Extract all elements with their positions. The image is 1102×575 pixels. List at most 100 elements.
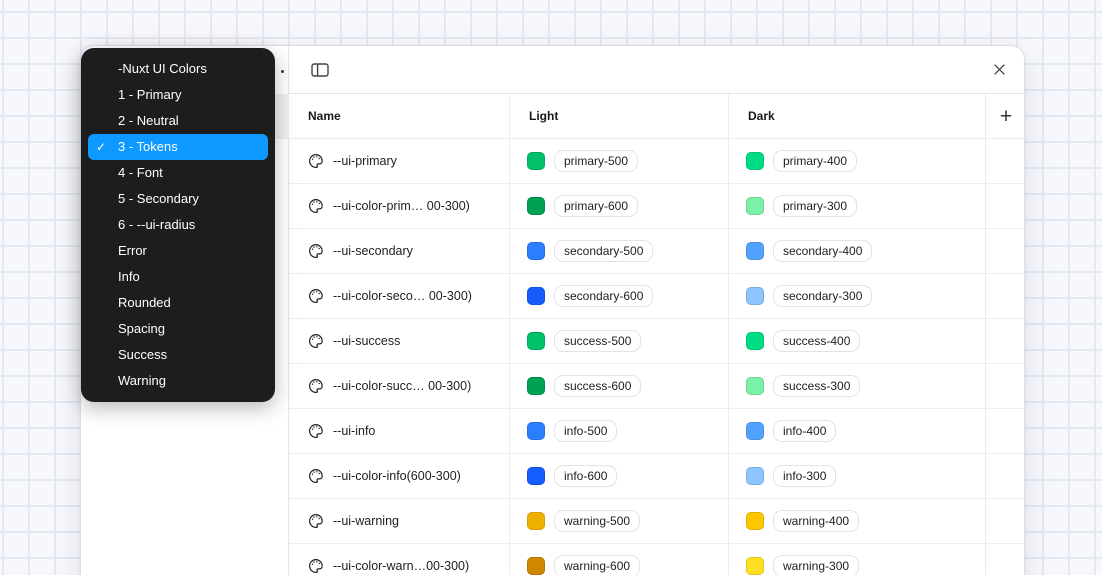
color-swatch[interactable] bbox=[746, 557, 764, 575]
variable-name-cell[interactable]: --ui-color-succ… 00-300) bbox=[289, 364, 510, 408]
color-swatch[interactable] bbox=[527, 332, 545, 350]
column-header-name: Name bbox=[289, 94, 510, 138]
variable-name-cell[interactable]: --ui-secondary bbox=[289, 229, 510, 273]
alias-pill[interactable]: success-500 bbox=[554, 330, 641, 352]
alias-pill[interactable]: secondary-600 bbox=[554, 285, 653, 307]
variable-value-cell[interactable]: primary-300 bbox=[729, 184, 986, 228]
color-swatch[interactable] bbox=[527, 287, 545, 305]
close-icon bbox=[992, 62, 1007, 77]
variable-name: --ui-primary bbox=[333, 154, 397, 168]
variable-value-cell[interactable]: info-500 bbox=[510, 409, 729, 453]
alias-pill[interactable]: warning-400 bbox=[773, 510, 859, 532]
alias-pill[interactable]: warning-500 bbox=[554, 510, 640, 532]
variable-value-cell[interactable]: secondary-400 bbox=[729, 229, 986, 273]
variable-value-cell[interactable]: warning-500 bbox=[510, 499, 729, 543]
variable-row: --ui-primary primary-500 primary-400 bbox=[289, 139, 1025, 184]
color-swatch[interactable] bbox=[746, 152, 764, 170]
variable-value-cell[interactable]: primary-400 bbox=[729, 139, 986, 183]
color-swatch[interactable] bbox=[746, 467, 764, 485]
alias-pill[interactable]: warning-600 bbox=[554, 555, 640, 575]
variable-row: --ui-success success-500 success-400 bbox=[289, 319, 1025, 364]
color-swatch[interactable] bbox=[746, 512, 764, 530]
color-swatch[interactable] bbox=[746, 422, 764, 440]
variables-main: Name Light Dark + --ui-primaryprimary-50… bbox=[289, 46, 1025, 575]
color-swatch[interactable] bbox=[746, 242, 764, 260]
close-button[interactable] bbox=[987, 58, 1011, 82]
variable-name-cell[interactable]: --ui-color-seco… 00-300) bbox=[289, 274, 510, 318]
variable-value-cell[interactable]: info-600 bbox=[510, 454, 729, 498]
color-swatch[interactable] bbox=[527, 377, 545, 395]
variable-name-cell[interactable]: --ui-color-prim… 00-300) bbox=[289, 184, 510, 228]
variable-value-cell[interactable]: warning-400 bbox=[729, 499, 986, 543]
color-swatch[interactable] bbox=[746, 197, 764, 215]
variable-value-cell[interactable]: primary-600 bbox=[510, 184, 729, 228]
alias-pill[interactable]: primary-500 bbox=[554, 150, 638, 172]
color-swatch[interactable] bbox=[746, 332, 764, 350]
variable-name-cell[interactable]: --ui-success bbox=[289, 319, 510, 363]
alias-pill[interactable]: secondary-400 bbox=[773, 240, 872, 262]
variable-value-cell[interactable]: success-600 bbox=[510, 364, 729, 408]
alias-pill[interactable]: info-400 bbox=[773, 420, 836, 442]
color-swatch[interactable] bbox=[527, 242, 545, 260]
variable-value-cell[interactable]: info-300 bbox=[729, 454, 986, 498]
alias-pill[interactable]: primary-600 bbox=[554, 195, 638, 217]
variable-row: --ui-info info-500 info-400 bbox=[289, 409, 1025, 454]
color-swatch[interactable] bbox=[527, 422, 545, 440]
color-swatch[interactable] bbox=[527, 197, 545, 215]
variable-value-cell[interactable]: success-300 bbox=[729, 364, 986, 408]
variable-value-cell[interactable]: primary-500 bbox=[510, 139, 729, 183]
variable-value-cell[interactable]: success-500 bbox=[510, 319, 729, 363]
menu-item-label: Info bbox=[118, 269, 140, 284]
variable-value-cell[interactable]: warning-600 bbox=[510, 544, 729, 575]
variable-row: --ui-color-warn…00-300) warning-600 warnin… bbox=[289, 544, 1025, 575]
variable-name: --ui-info bbox=[333, 424, 375, 438]
variable-name-cell[interactable]: --ui-primary bbox=[289, 139, 510, 183]
add-mode-button[interactable]: + bbox=[986, 94, 1025, 138]
variable-value-cell[interactable]: secondary-300 bbox=[729, 274, 986, 318]
variable-value-cell[interactable]: secondary-500 bbox=[510, 229, 729, 273]
variable-value-cell[interactable]: secondary-600 bbox=[510, 274, 729, 318]
alias-pill[interactable]: success-400 bbox=[773, 330, 860, 352]
color-swatch[interactable] bbox=[746, 287, 764, 305]
alias-pill[interactable]: info-600 bbox=[554, 465, 617, 487]
variable-name-cell[interactable]: --ui-color-info(600-300) bbox=[289, 454, 510, 498]
alias-pill[interactable]: secondary-300 bbox=[773, 285, 872, 307]
menu-item[interactable]: Success bbox=[88, 342, 268, 368]
alias-pill[interactable]: success-300 bbox=[773, 375, 860, 397]
menu-item[interactable]: Error bbox=[88, 238, 268, 264]
menu-item[interactable]: Spacing bbox=[88, 316, 268, 342]
alias-pill[interactable]: info-300 bbox=[773, 465, 836, 487]
menu-item[interactable]: Info bbox=[88, 264, 268, 290]
alias-pill[interactable]: primary-400 bbox=[773, 150, 857, 172]
color-swatch[interactable] bbox=[527, 467, 545, 485]
color-swatch[interactable] bbox=[746, 377, 764, 395]
menu-item[interactable]: 4 - Font bbox=[88, 160, 268, 186]
color-swatch[interactable] bbox=[527, 512, 545, 530]
variable-value-cell[interactable]: info-400 bbox=[729, 409, 986, 453]
variable-value-cell[interactable]: success-400 bbox=[729, 319, 986, 363]
variable-name-cell[interactable]: --ui-color-warn…00-300) bbox=[289, 544, 510, 575]
color-swatch[interactable] bbox=[527, 152, 545, 170]
variable-name: --ui-color-succ… 00-300) bbox=[333, 379, 471, 393]
alias-pill[interactable]: success-600 bbox=[554, 375, 641, 397]
menu-item[interactable]: 2 - Neutral bbox=[88, 108, 268, 134]
menu-item[interactable]: 1 - Primary bbox=[88, 82, 268, 108]
variable-name-cell[interactable]: --ui-info bbox=[289, 409, 510, 453]
alias-pill[interactable]: warning-300 bbox=[773, 555, 859, 575]
color-swatch[interactable] bbox=[527, 557, 545, 575]
alias-pill[interactable]: info-500 bbox=[554, 420, 617, 442]
menu-item[interactable]: 6 - --ui-radius bbox=[88, 212, 268, 238]
variable-value-cell[interactable]: warning-300 bbox=[729, 544, 986, 575]
toggle-sidebar-button[interactable] bbox=[308, 58, 332, 82]
row-extra-cell bbox=[986, 454, 1025, 498]
menu-item[interactable]: Rounded bbox=[88, 290, 268, 316]
menu-item[interactable]: 5 - Secondary bbox=[88, 186, 268, 212]
menu-item[interactable]: ✓3 - Tokens bbox=[88, 134, 268, 160]
menu-item[interactable]: Warning bbox=[88, 368, 268, 394]
menu-item[interactable]: -Nuxt UI Colors bbox=[88, 56, 268, 82]
alias-pill[interactable]: secondary-500 bbox=[554, 240, 653, 262]
alias-pill[interactable]: primary-300 bbox=[773, 195, 857, 217]
palette-icon bbox=[308, 243, 324, 259]
menu-item-label: Success bbox=[118, 347, 167, 362]
variable-name-cell[interactable]: --ui-warning bbox=[289, 499, 510, 543]
